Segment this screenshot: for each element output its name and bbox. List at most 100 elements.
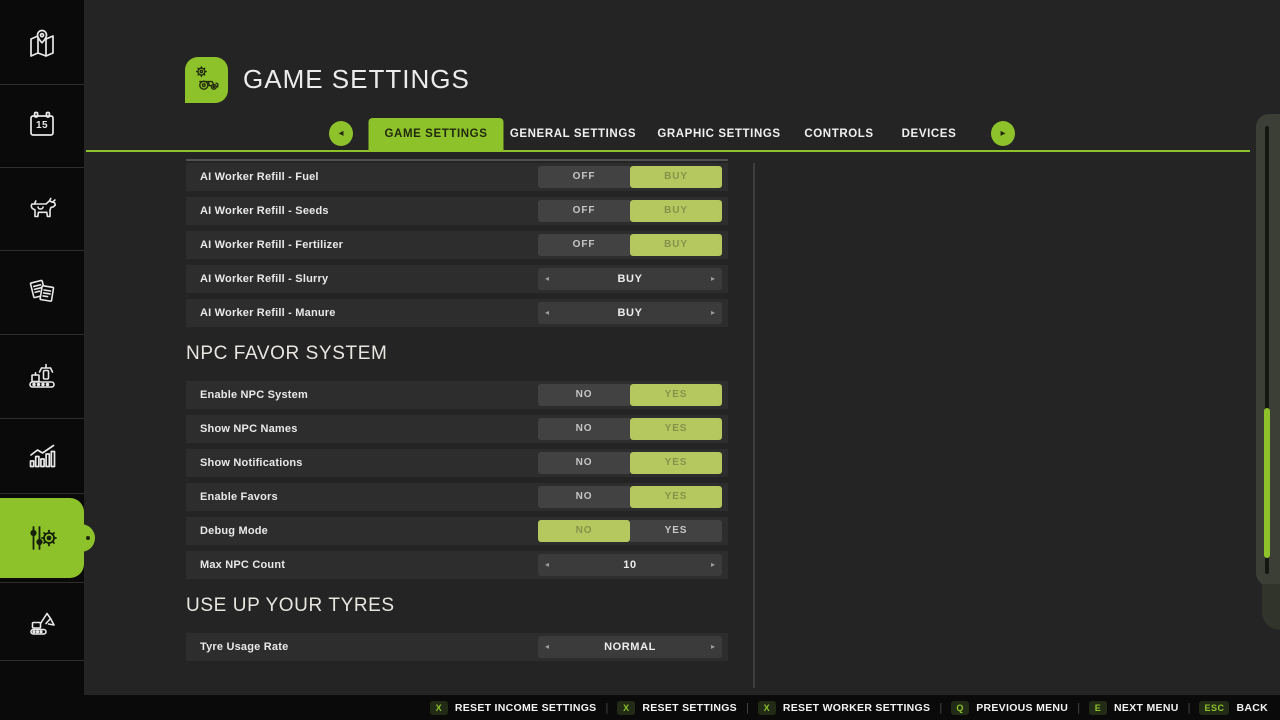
page-title: GAME SETTINGS: [243, 64, 470, 95]
sidebar-item-settings[interactable]: [0, 498, 84, 578]
toggle-option-yes[interactable]: YES: [630, 418, 722, 440]
hotbar-reset-settings[interactable]: X RESET SETTINGS: [617, 701, 737, 715]
toggle-option-buy[interactable]: BUY: [630, 234, 722, 256]
statistics-icon: [24, 438, 60, 474]
setting-label: Show Notifications: [186, 457, 303, 469]
toggle-option-no[interactable]: NO: [538, 452, 630, 474]
settings-icon: [24, 520, 60, 556]
toggle-option-buy[interactable]: BUY: [630, 200, 722, 222]
sidebar-item-calendar[interactable]: 15: [0, 86, 84, 164]
tabs-previous-button[interactable]: ◂: [329, 121, 353, 146]
setting-label: AI Worker Refill - Fertilizer: [186, 239, 343, 251]
selector-next-icon[interactable]: ▸: [711, 636, 715, 658]
page-scrollbar-thumb[interactable]: [1264, 408, 1270, 558]
sidebar-item-map[interactable]: [0, 10, 84, 80]
setting-row-max-npc-count: Max NPC Count◂10▸: [186, 551, 728, 579]
setting-row-ai-worker-refill-fuel: AI Worker Refill - FuelOFFBUY: [186, 163, 728, 191]
toggle-option-off[interactable]: OFF: [538, 166, 630, 188]
key-badge-x: X: [758, 701, 776, 715]
setting-label: AI Worker Refill - Seeds: [186, 205, 329, 217]
toggle-option-no[interactable]: NO: [538, 384, 630, 406]
tab-controls[interactable]: CONTROLS: [804, 118, 873, 150]
game-settings-badge: [185, 57, 228, 103]
selector-prev-icon[interactable]: ◂: [545, 268, 549, 290]
sidebar-item-animals[interactable]: [0, 168, 84, 248]
sidebar-separator: [0, 418, 84, 419]
map-icon: [24, 27, 60, 63]
key-badge-q: Q: [951, 701, 969, 715]
hotbar-label: NEXT MENU: [1114, 702, 1179, 714]
toggle-option-yes[interactable]: YES: [630, 384, 722, 406]
toggle-option-yes[interactable]: YES: [630, 452, 722, 474]
selector-next-icon[interactable]: ▸: [711, 554, 715, 576]
setting-row-ai-worker-refill-fertilizer: AI Worker Refill - Fertilizer OFFBUY: [186, 231, 728, 259]
selector-prev-icon[interactable]: ◂: [545, 636, 549, 658]
hotbar: XRESET INCOME SETTINGS | X RESET SETTINGS | X…: [0, 695, 1280, 720]
tractor-icon: [191, 62, 223, 99]
animals-icon: [24, 190, 60, 226]
sidebar-separator: [0, 582, 84, 583]
value-selector: ◂10▸: [538, 554, 722, 576]
sidebar: 15: [0, 0, 84, 720]
sidebar-separator: [0, 660, 84, 661]
setting-control: NOYES: [538, 384, 722, 406]
toggle-option-no[interactable]: NO: [538, 520, 630, 542]
toggle-option-yes[interactable]: YES: [630, 486, 722, 508]
key-badge-x: X: [617, 701, 635, 715]
hotbar-reset-income-settings[interactable]: XRESET INCOME SETTINGS: [430, 701, 597, 715]
selector-value: 10: [538, 554, 722, 576]
setting-label: Tyre Usage Rate: [186, 641, 288, 653]
hotbar-label: PREVIOUS MENU: [976, 702, 1068, 714]
tab-graphic-settings[interactable]: GRAPHIC SETTINGS: [657, 118, 780, 150]
setting-control: OFFBUY: [538, 200, 722, 222]
tabs-next-button[interactable]: ▸: [991, 121, 1015, 146]
setting-row-show-npc-names: Show NPC NamesNOYES: [186, 415, 728, 443]
tab-game-settings[interactable]: GAME SETTINGS: [368, 118, 503, 150]
settings-list: AI Worker Refill - FuelOFFBUY AI Worker R…: [186, 163, 728, 667]
selector-next-icon[interactable]: ▸: [711, 268, 715, 290]
sidebar-item-statistics[interactable]: [0, 420, 84, 492]
setting-row-ai-worker-refill-seeds: AI Worker Refill - Seeds OFFBUY: [186, 197, 728, 225]
tab-devices[interactable]: DEVICES: [902, 118, 957, 150]
sidebar-item-contracts[interactable]: [0, 252, 84, 332]
selector-prev-icon[interactable]: ◂: [545, 302, 549, 324]
hotbar-label: BACK: [1236, 702, 1268, 714]
hotbar-back[interactable]: ESCBACK: [1199, 701, 1268, 715]
list-scrollbar-track[interactable]: [753, 163, 755, 688]
construction-icon: [24, 604, 60, 640]
section-title-npc-favor-system: NPC FAVOR SYSTEM: [186, 343, 728, 365]
value-selector: ◂BUY▸: [538, 268, 722, 290]
setting-row-enable-favors: Enable FavorsNOYES: [186, 483, 728, 511]
toggle-option-no[interactable]: NO: [538, 486, 630, 508]
setting-control: NOYES: [538, 452, 722, 474]
hotbar-previous-menu[interactable]: Q PREVIOUS MENU: [951, 701, 1068, 715]
toggle-option-off[interactable]: OFF: [538, 234, 630, 256]
setting-control: ◂BUY▸: [538, 302, 722, 324]
key-badge-e: E: [1089, 701, 1107, 715]
toggle-option-no[interactable]: NO: [538, 418, 630, 440]
sidebar-separator: [0, 493, 84, 494]
tab-general-settings[interactable]: GENERAL SETTINGS: [510, 118, 636, 150]
setting-row-tyre-usage-rate: Tyre Usage Rate ◂NORMAL▸: [186, 633, 728, 661]
setting-control: ◂BUY▸: [538, 268, 722, 290]
hotbar-reset-worker-settings[interactable]: XRESET WORKER SETTINGS: [758, 701, 930, 715]
setting-label: Enable NPC System: [186, 389, 308, 401]
setting-control: NOYES: [538, 486, 722, 508]
sidebar-item-production[interactable]: [0, 336, 84, 416]
selector-value: NORMAL: [538, 636, 722, 658]
toggle-option-buy[interactable]: BUY: [630, 166, 722, 188]
hotbar-separator: |: [1188, 702, 1191, 714]
sidebar-separator: [0, 334, 84, 335]
selector-next-icon[interactable]: ▸: [711, 302, 715, 324]
hotbar-separator: |: [939, 702, 942, 714]
sidebar-item-construction[interactable]: [0, 586, 84, 658]
selector-value: BUY: [538, 268, 722, 290]
toggle-option-off[interactable]: OFF: [538, 200, 630, 222]
setting-label: Debug Mode: [186, 525, 268, 537]
hotbar-label: RESET SETTINGS: [642, 702, 737, 714]
toggle-option-yes[interactable]: YES: [630, 520, 722, 542]
hotbar-next-menu[interactable]: E NEXT MENU: [1089, 701, 1179, 715]
selector-prev-icon[interactable]: ◂: [545, 554, 549, 576]
sidebar-separator: [0, 84, 84, 85]
calendar-icon: 15: [24, 107, 60, 143]
